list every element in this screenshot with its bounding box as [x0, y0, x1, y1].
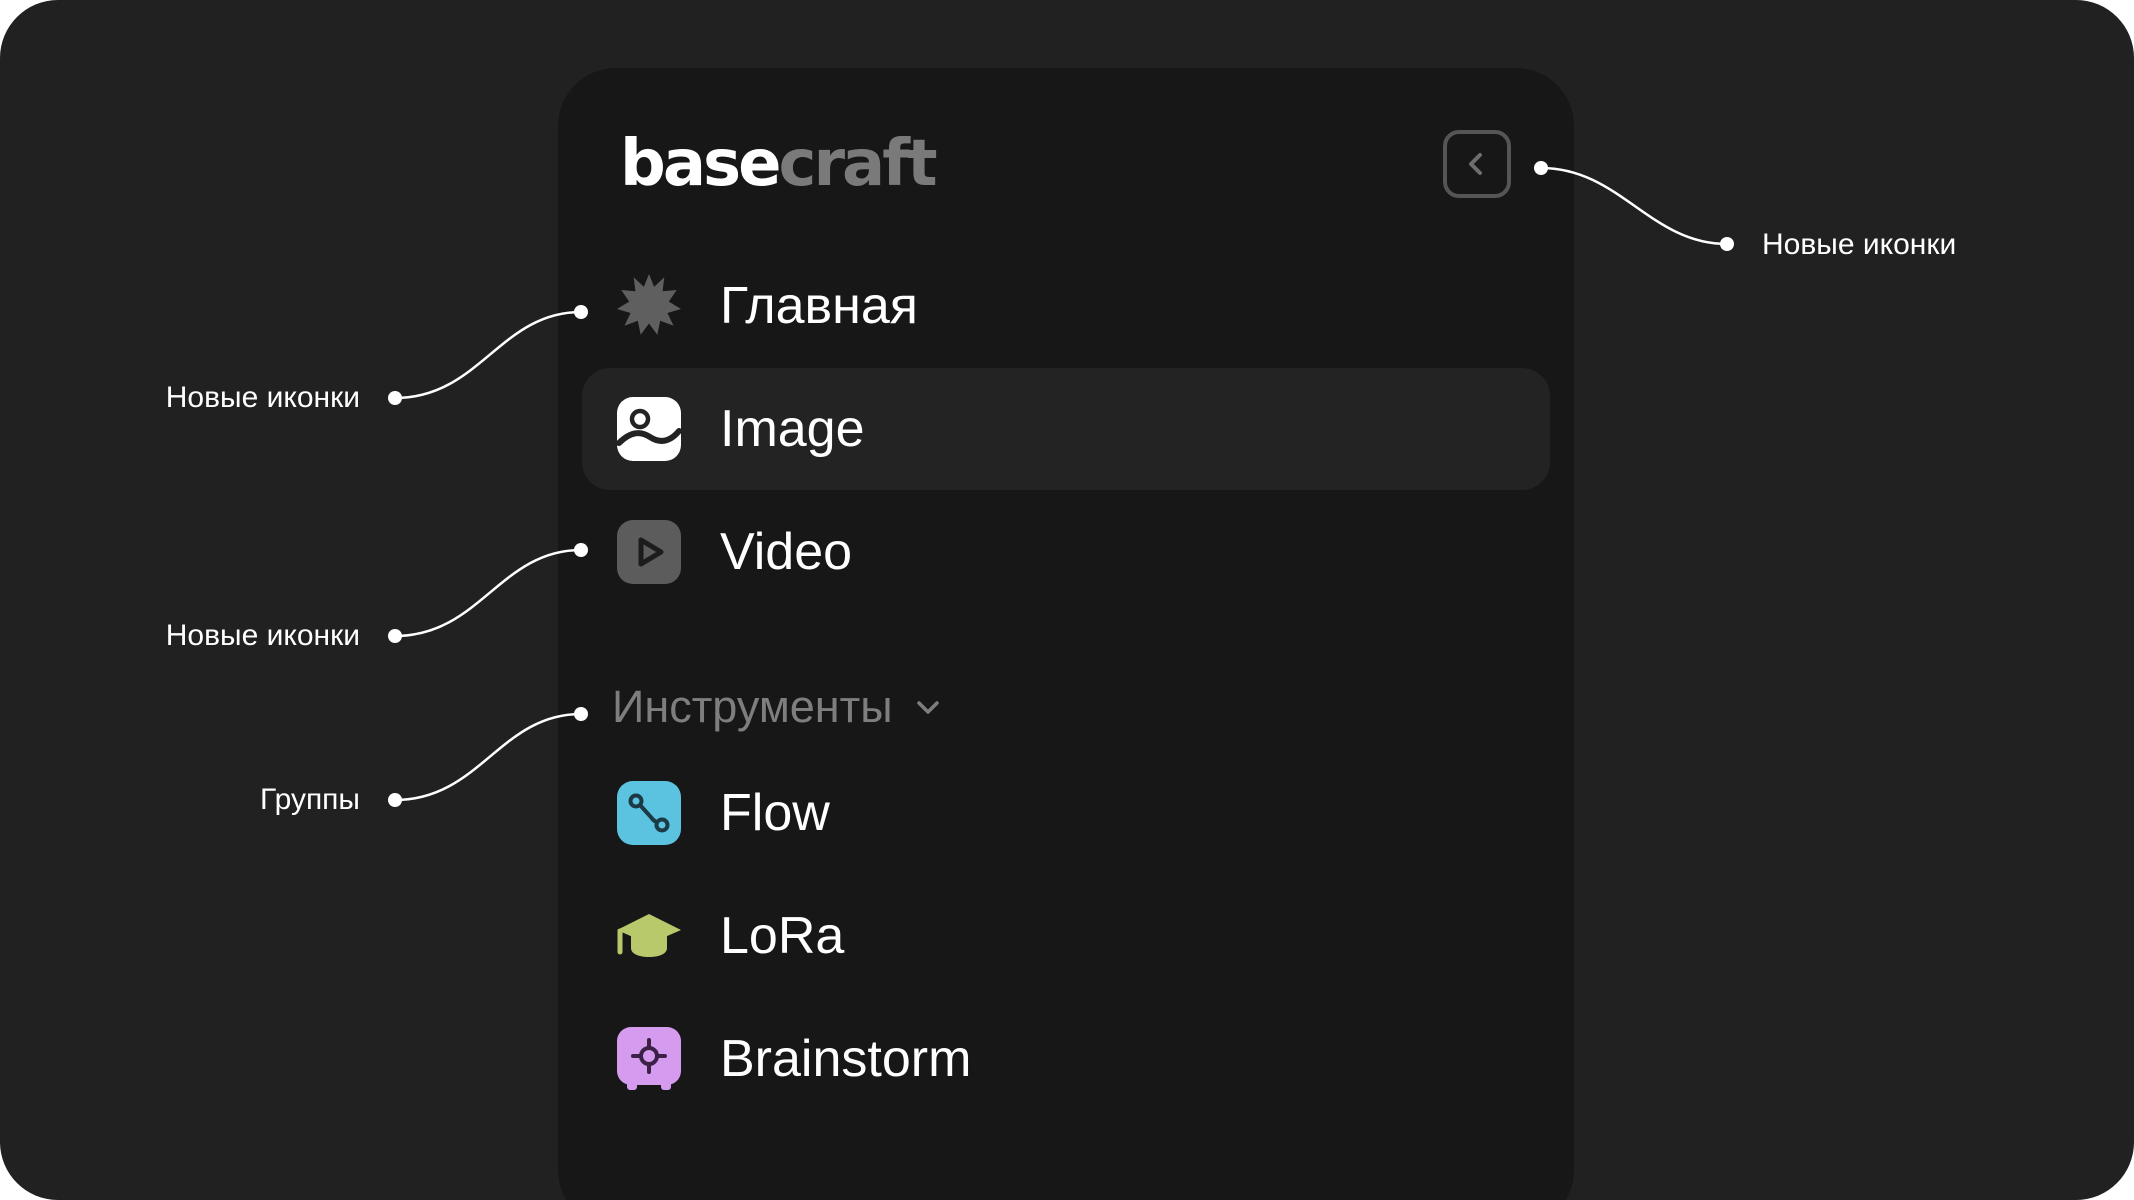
annotation-left-3: Группы: [260, 783, 360, 816]
tools-group-header[interactable]: Инструменты: [612, 680, 943, 734]
annotation-left-1: Новые иконки: [165, 381, 360, 414]
annotation-left-2: Новые иконки: [165, 619, 360, 652]
nav-item-home[interactable]: Главная: [582, 245, 1550, 367]
sunburst-icon: [617, 274, 681, 335]
chevron-down-icon: [916, 701, 939, 714]
nav-label-video: Video: [720, 523, 853, 581]
basecraft-logo: basecraft: [620, 127, 938, 201]
tools-group-label: Инструменты: [612, 681, 893, 732]
nav-item-brainstorm[interactable]: Brainstorm: [582, 998, 1550, 1120]
nav-item-video[interactable]: Video: [582, 491, 1550, 613]
flow-icon: [617, 781, 681, 845]
logo-part-base: base: [620, 127, 781, 201]
logo-part-craft: craft: [778, 127, 938, 201]
presentation-canvas: basecraft Главная Image Video Инструмент…: [0, 0, 2134, 1200]
nav-label-brainstorm: Brainstorm: [720, 1030, 972, 1088]
nav-label-image: Image: [720, 400, 865, 458]
nav-label-lora: LoRa: [720, 907, 845, 965]
collapse-sidebar-button[interactable]: [1443, 130, 1511, 198]
nav-label-flow: Flow: [720, 784, 830, 842]
image-icon: [617, 397, 681, 461]
brainstorm-icon: [617, 1027, 681, 1090]
nav-item-image[interactable]: Image: [582, 368, 1550, 490]
nav-label-home: Главная: [720, 277, 918, 335]
video-play-icon: [617, 520, 681, 584]
graduation-cap-icon: [617, 914, 681, 957]
nav-item-flow[interactable]: Flow: [582, 752, 1550, 874]
chevron-left-icon: [1469, 153, 1482, 175]
annotation-top-right: Новые иконки: [1762, 228, 1957, 261]
nav-item-lora[interactable]: LoRa: [582, 875, 1550, 997]
